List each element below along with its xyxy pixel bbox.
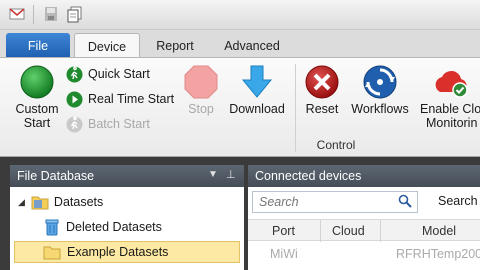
tree-item-example-datasets[interactable]: Example Datasets [14, 241, 240, 263]
connected-devices-header: Connected devices [248, 165, 480, 187]
real-time-start-button[interactable]: Real Time Start [66, 89, 174, 109]
real-time-start-label: Real Time Start [88, 92, 175, 106]
table-row[interactable]: MiWi RFRHTemp200 [248, 242, 480, 264]
tab-report[interactable]: Report [145, 33, 205, 58]
copy-icon[interactable] [66, 5, 84, 23]
tree-item-label: Example Datasets [67, 245, 169, 259]
pin-icon[interactable]: ⊥ [226, 168, 236, 181]
enable-cloud-line2: Monitorin [426, 116, 478, 130]
connected-devices-title: Connected devices [255, 169, 362, 183]
download-label: Download [229, 102, 285, 116]
tree-item-datasets[interactable]: ◢ Datasets [18, 191, 103, 213]
tree-item-label: Deleted Datasets [66, 220, 162, 234]
reset-label: Reset [305, 102, 339, 116]
enable-cloud-monitoring-button[interactable]: Enable Clo Monitorin [418, 64, 480, 130]
custom-start-line1: Custom [15, 102, 59, 116]
column-divider [380, 220, 381, 242]
cell-port: MiWi [270, 247, 298, 261]
download-arrow-icon [241, 65, 273, 98]
folder-icon [31, 196, 49, 210]
workflows-icon [363, 65, 397, 99]
cell-model: RFRHTemp200 [396, 247, 480, 261]
column-header-cloud[interactable]: Cloud [332, 224, 365, 238]
enable-cloud-line1: Enable Clo [420, 102, 480, 116]
new-workspace-icon[interactable] [8, 5, 26, 23]
batch-start-button[interactable]: Batch Start [66, 114, 150, 134]
workflows-label: Workflows [351, 102, 409, 116]
tab-file[interactable]: File [6, 33, 70, 58]
tab-advanced[interactable]: Advanced [214, 33, 290, 58]
reset-x-icon [305, 65, 339, 99]
save-icon[interactable] [42, 5, 60, 23]
quick-start-button[interactable]: Quick Start [66, 64, 150, 84]
column-header-port[interactable]: Port [272, 224, 295, 238]
column-header-model[interactable]: Model [422, 224, 456, 238]
reset-button[interactable]: Reset [302, 64, 342, 116]
tree-item-deleted-datasets[interactable]: Deleted Datasets [44, 216, 162, 238]
toolbar-separator [33, 5, 34, 24]
workflows-button[interactable]: Workflows [346, 64, 414, 116]
batch-start-label: Batch Start [88, 117, 150, 131]
ribbon-tabs: File Device Report Advanced [0, 30, 480, 59]
ribbon-group-label: Control [316, 138, 356, 152]
download-button[interactable]: Download [224, 64, 290, 116]
stop-button[interactable]: Stop [180, 64, 222, 116]
dropdown-arrow-icon[interactable]: ▼ [208, 169, 218, 180]
column-divider [320, 220, 321, 242]
quick-access-toolbar [0, 0, 480, 30]
file-database-header: File Database ▼ ⊥ [10, 165, 244, 187]
search-button[interactable]: Search [438, 194, 478, 208]
file-database-panel: File Database ▼ ⊥ ◢ Datasets Deleted Dat… [10, 165, 244, 270]
play-icon [66, 91, 83, 107]
search-placeholder: Search [259, 195, 299, 209]
tab-device[interactable]: Device [74, 33, 140, 59]
search-icon[interactable] [398, 194, 412, 213]
custom-start-line2: Start [23, 116, 51, 130]
stop-label: Stop [188, 102, 214, 116]
green-circle-icon [20, 65, 54, 99]
tree-item-label: Datasets [53, 195, 104, 209]
connected-devices-panel: Connected devices Search Search Port Clo… [248, 165, 480, 270]
stop-octagon-icon [184, 65, 218, 99]
file-database-title: File Database [17, 169, 95, 183]
ribbon-panel: Custom Start Quick Start Real Time Start… [0, 57, 480, 157]
search-input[interactable]: Search [252, 191, 418, 213]
recycle-bin-icon [45, 219, 59, 235]
cloud-check-icon [435, 70, 468, 98]
custom-start-button[interactable]: Custom Start [10, 64, 64, 130]
running-man-icon [66, 115, 83, 132]
expand-toggle-icon[interactable]: ◢ [18, 197, 25, 208]
quick-start-label: Quick Start [88, 67, 150, 81]
folder-icon [43, 246, 61, 260]
devices-grid-header: Port Cloud Model [248, 219, 480, 242]
running-man-icon [66, 65, 83, 82]
